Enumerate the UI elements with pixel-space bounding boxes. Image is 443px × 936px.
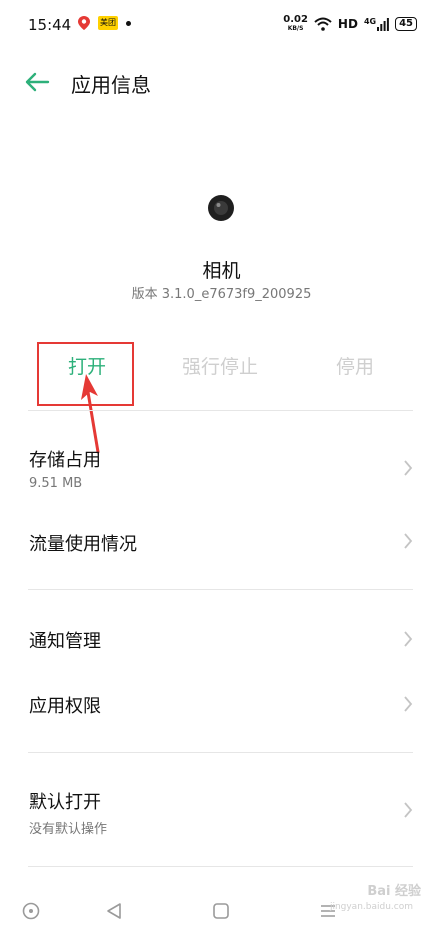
force-stop-button[interactable]: 强行停止 (165, 345, 275, 389)
status-right: 0.02 KB/S HD 4G 45 (283, 15, 417, 33)
status-bar: 15:44 美团 0.02 KB/S HD 4G 45 (0, 0, 443, 50)
hd-indicator: HD (337, 17, 358, 31)
chevron-right-icon (404, 631, 413, 647)
status-time: 15:44 (28, 16, 72, 34)
notification-management-item[interactable]: 通知管理 (0, 617, 443, 661)
app-permissions-title: 应用权限 (29, 696, 101, 717)
default-open-item[interactable]: 默认打开 没有默认操作 (0, 782, 443, 842)
wifi-icon (314, 17, 332, 31)
app-permissions-item[interactable]: 应用权限 (0, 682, 443, 726)
signal-label: 4G (363, 16, 377, 26)
storage-title: 存储占用 (29, 450, 101, 471)
nav-home-icon[interactable] (213, 903, 229, 919)
nav-back-icon[interactable] (106, 902, 122, 920)
storage-size: 9.51 MB (29, 476, 83, 491)
back-arrow-icon[interactable] (24, 70, 50, 94)
camera-app-icon (208, 195, 234, 221)
app-bar: 应用信息 (0, 60, 443, 104)
notification-icons: 美团 (78, 16, 131, 30)
data-usage-item[interactable]: 流量使用情况 (0, 520, 443, 564)
page-title: 应用信息 (71, 73, 151, 97)
chevron-right-icon (404, 533, 413, 549)
signal-bars-icon (377, 17, 389, 31)
location-icon (78, 16, 90, 30)
app-version: 版本 3.1.0_e7673f9_200925 (131, 287, 312, 302)
baidu-watermark-url: jingyan.baidu.com (329, 902, 413, 912)
baidu-watermark-logo: Bai 经验 (367, 884, 421, 899)
network-speed: 0.02 KB/S (283, 15, 308, 33)
net-speed-unit: KB/S (287, 25, 304, 32)
storage-item[interactable]: 存储占用 9.51 MB (0, 440, 443, 500)
default-open-sub: 没有默认操作 (29, 822, 108, 837)
cellular-signal: 4G (363, 16, 389, 31)
meituan-app-icon: 美团 (98, 16, 118, 30)
divider (28, 410, 413, 411)
data-usage-title: 流量使用情况 (29, 534, 137, 555)
notification-management-title: 通知管理 (29, 631, 101, 652)
more-notifications-dot (126, 20, 131, 26)
divider (28, 866, 413, 867)
app-name: 相机 (202, 260, 241, 282)
battery-indicator: 45 (395, 17, 417, 31)
chevron-right-icon (404, 460, 413, 476)
default-open-title: 默认打开 (29, 792, 101, 813)
assistant-icon[interactable] (22, 902, 40, 920)
divider (28, 752, 413, 753)
net-speed-value: 0.02 (283, 14, 308, 25)
chevron-right-icon (404, 696, 413, 712)
chevron-right-icon (404, 802, 413, 818)
divider (28, 589, 413, 590)
disable-button[interactable]: 停用 (310, 345, 400, 389)
